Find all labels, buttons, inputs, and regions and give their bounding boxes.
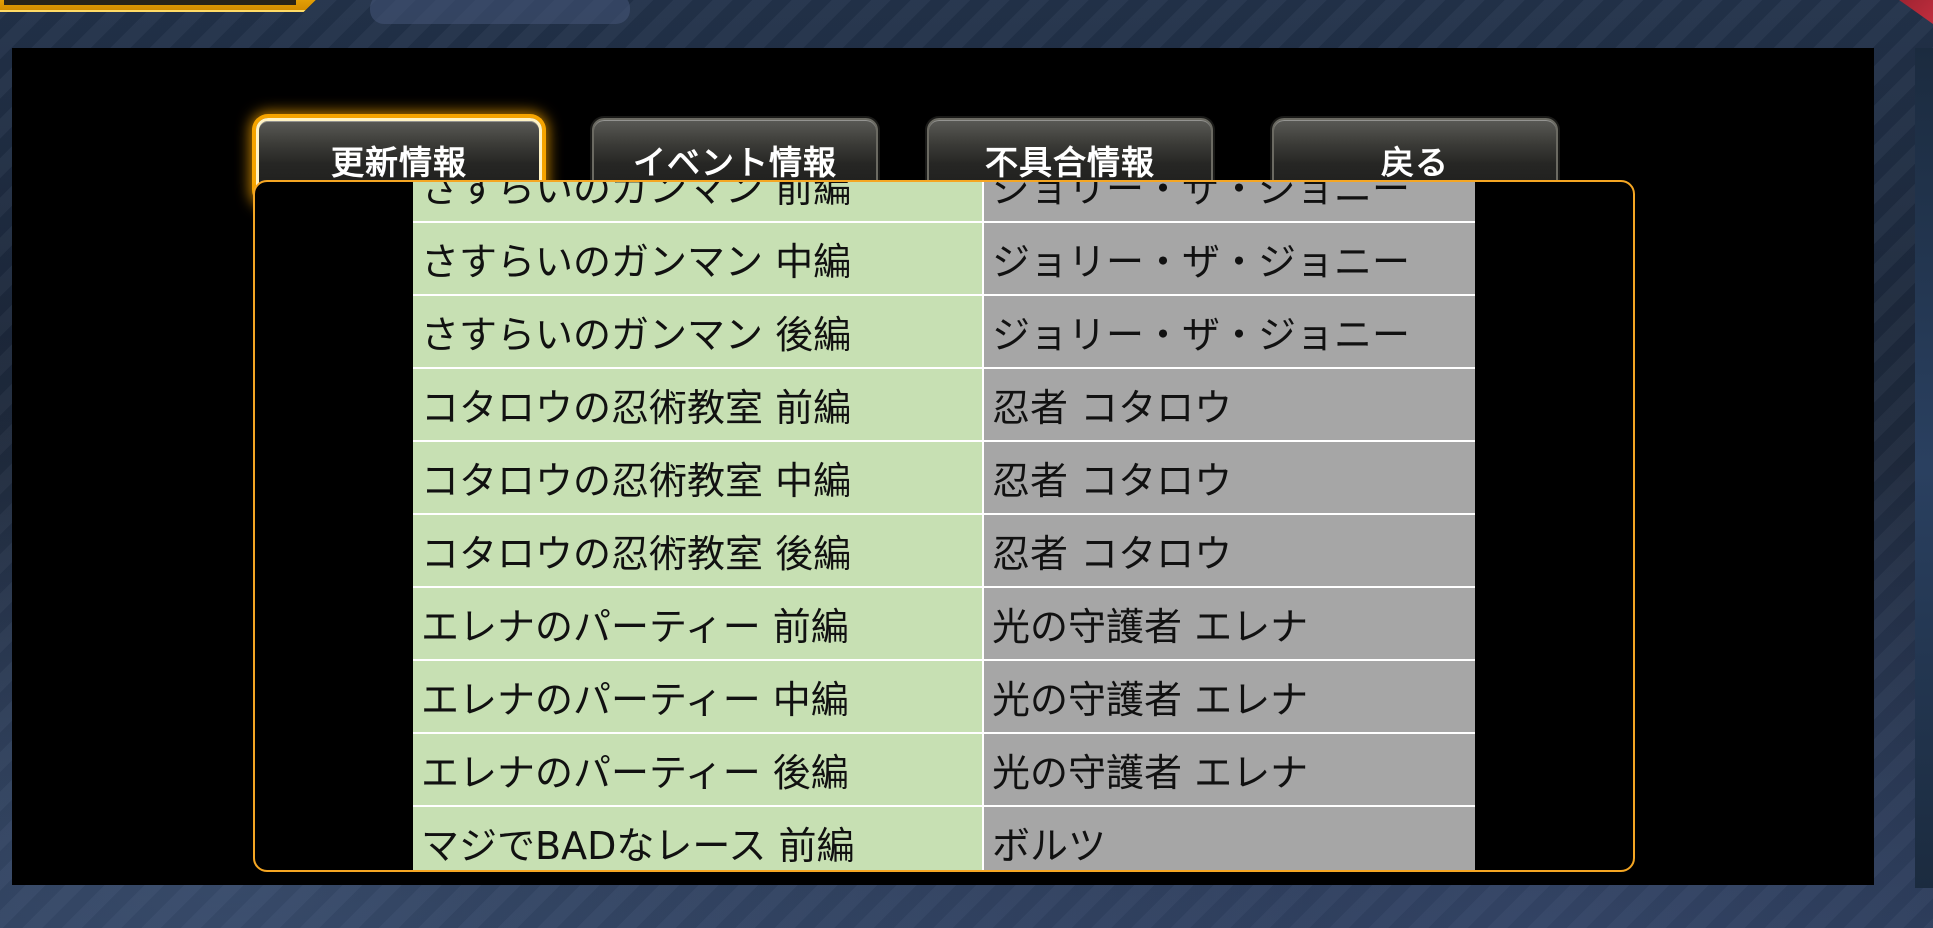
event-name-cell: コタロウの忍術教室 前編 (413, 369, 984, 440)
table-row: さすらいのガンマン 前編 ジョリー・ザ・ジョニー (413, 182, 1475, 223)
character-name-cell: 忍者 コタロウ (984, 515, 1475, 586)
table-row: コタロウの忍術教室 後編 忍者 コタロウ (413, 515, 1475, 588)
character-name-cell: ジョリー・ザ・ジョニー (984, 223, 1475, 294)
event-name-cell: さすらいのガンマン 中編 (413, 223, 984, 294)
table-row: コタロウの忍術教室 中編 忍者 コタロウ (413, 442, 1475, 515)
character-name-cell: 忍者 コタロウ (984, 442, 1475, 513)
table-row: さすらいのガンマン 中編 ジョリー・ザ・ジョニー (413, 223, 1475, 296)
event-name-cell: さすらいのガンマン 後編 (413, 296, 984, 367)
event-name-cell: コタロウの忍術教室 後編 (413, 515, 984, 586)
table-row: コタロウの忍術教室 前編 忍者 コタロウ (413, 369, 1475, 442)
character-name-cell: 忍者 コタロウ (984, 369, 1475, 440)
table-row: エレナのパーティー 中編 光の守護者 エレナ (413, 661, 1475, 734)
top-status-label (370, 0, 630, 24)
event-name-cell: エレナのパーティー 前編 (413, 588, 984, 659)
character-name-cell: 光の守護者 エレナ (984, 734, 1475, 805)
table-row: さすらいのガンマン 後編 ジョリー・ザ・ジョニー (413, 296, 1475, 369)
event-name-cell: エレナのパーティー 中編 (413, 661, 984, 732)
character-name-cell: ジョリー・ザ・ジョニー (984, 296, 1475, 367)
event-table: さすらいのガンマン 前編 ジョリー・ザ・ジョニー さすらいのガンマン 中編 ジョ… (413, 182, 1475, 870)
character-name-cell: ジョリー・ザ・ジョニー (984, 182, 1475, 221)
table-row: マジでBADなレース 前編 ボルツ (413, 807, 1475, 870)
info-panel: 更新情報 イベント情報 不具合情報 戻る さすらいのガンマン 前編 ジョリー・ザ… (12, 48, 1874, 885)
top-left-tab[interactable] (0, 0, 330, 12)
character-name-cell: 光の守護者 エレナ (984, 588, 1475, 659)
table-row: エレナのパーティー 前編 光の守護者 エレナ (413, 588, 1475, 661)
content-scroll-area[interactable]: さすらいのガンマン 前編 ジョリー・ザ・ジョニー さすらいのガンマン 中編 ジョ… (253, 180, 1635, 872)
event-name-cell: さすらいのガンマン 前編 (413, 182, 984, 221)
event-name-cell: エレナのパーティー 後編 (413, 734, 984, 805)
table-row: エレナのパーティー 後編 光の守護者 エレナ (413, 734, 1475, 807)
event-name-cell: マジでBADなレース 前編 (413, 807, 984, 870)
character-name-cell: ボルツ (984, 807, 1475, 870)
character-name-cell: 光の守護者 エレナ (984, 661, 1475, 732)
right-edge-strip (1915, 48, 1933, 888)
event-name-cell: コタロウの忍術教室 中編 (413, 442, 984, 513)
